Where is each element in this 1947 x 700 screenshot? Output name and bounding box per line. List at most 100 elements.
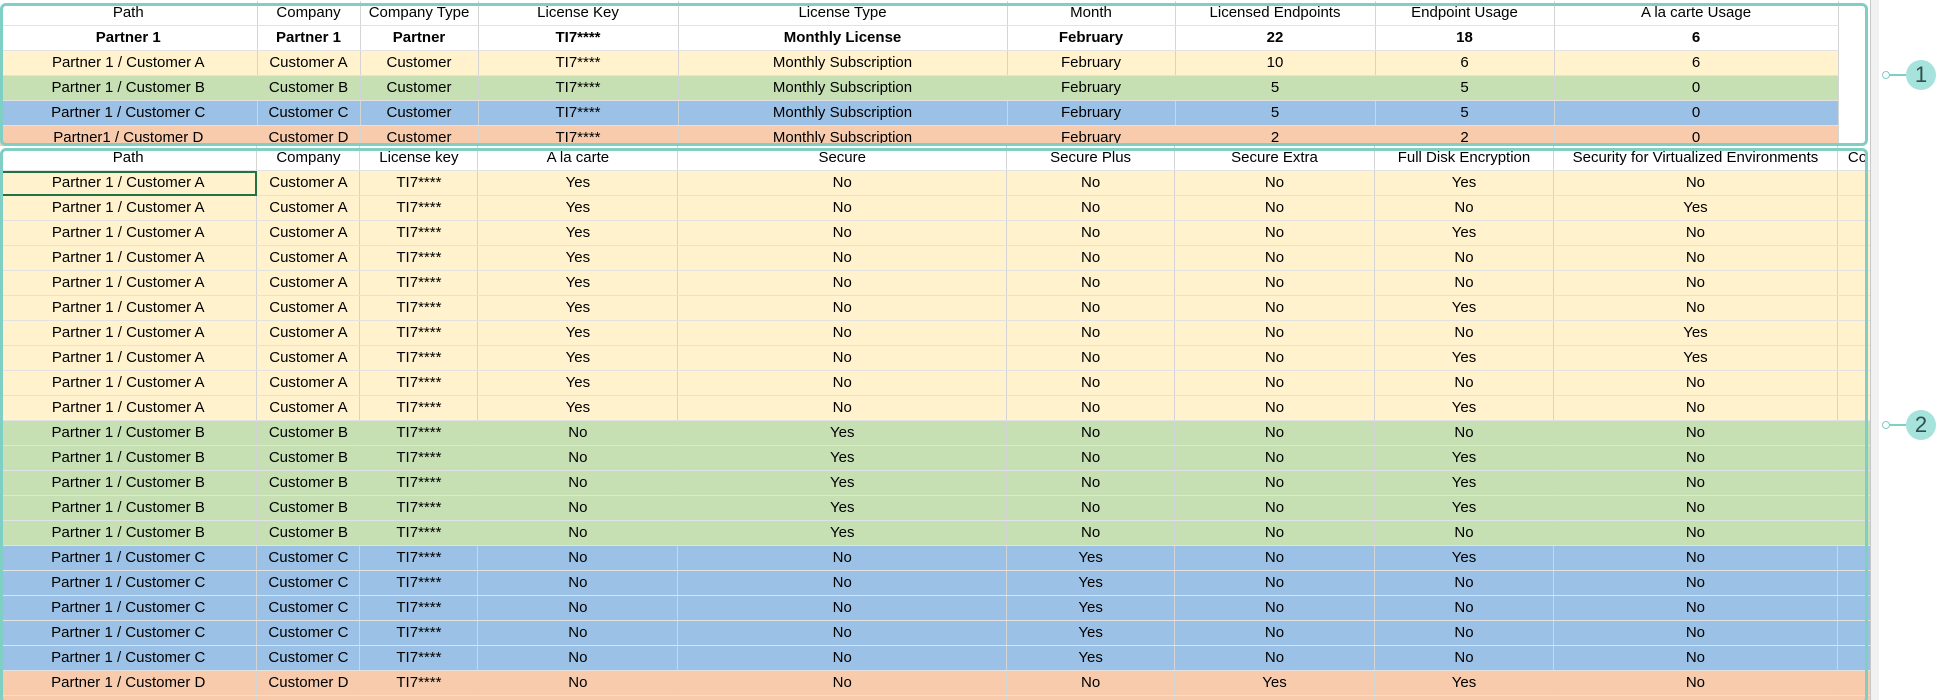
cell[interactable]: TI7**** [359, 620, 479, 646]
cell[interactable]: Partner 1 / Customer B [0, 470, 258, 496]
cell[interactable]: No [677, 295, 1008, 321]
cell[interactable]: No [1553, 370, 1838, 396]
cell[interactable]: No [1553, 445, 1838, 471]
cell[interactable]: No [1553, 495, 1838, 521]
cell[interactable]: No [1553, 670, 1838, 696]
cell[interactable]: Customer B [256, 420, 361, 446]
cell[interactable]: Partner 1 / Customer A [0, 195, 258, 221]
cell[interactable]: Customer C [256, 570, 361, 596]
cell[interactable]: No [1006, 395, 1176, 421]
cell[interactable]: No [677, 595, 1008, 621]
cell[interactable]: Monthly Subscription [678, 75, 1008, 101]
cell[interactable]: Partner 1 [257, 25, 361, 51]
cell[interactable]: 6 [1554, 50, 1839, 76]
cell[interactable]: TI7**** [359, 570, 479, 596]
cell[interactable]: No [1174, 520, 1375, 546]
cell[interactable]: TI7**** [359, 495, 479, 521]
cell[interactable]: Customer A [256, 270, 361, 296]
cell[interactable]: No [1006, 195, 1176, 221]
cell[interactable]: No [1174, 495, 1375, 521]
cell[interactable]: No [1006, 220, 1176, 246]
cell[interactable]: No [477, 495, 679, 521]
cell[interactable]: No [1553, 695, 1838, 700]
cell[interactable]: Yes [677, 470, 1008, 496]
cell[interactable]: Yes [1374, 170, 1554, 196]
cell[interactable]: No [477, 420, 679, 446]
cell[interactable]: No [677, 620, 1008, 646]
cell[interactable]: No [1553, 295, 1838, 321]
cell[interactable]: Partner 1 [0, 25, 258, 51]
cell[interactable]: No [1374, 620, 1554, 646]
cell[interactable]: Customer C [256, 545, 361, 571]
cell[interactable]: No [1174, 345, 1375, 371]
cell[interactable]: Yes [1374, 295, 1554, 321]
cell[interactable]: Yes [477, 295, 679, 321]
cell[interactable]: Yes [1374, 445, 1554, 471]
cell[interactable]: Partner [360, 25, 479, 51]
cell[interactable]: No [677, 545, 1008, 571]
cell[interactable]: No [1374, 645, 1554, 671]
cell[interactable]: No [677, 270, 1008, 296]
column-header[interactable]: A la carte Usage [1554, 1, 1839, 26]
cell[interactable]: No [477, 645, 679, 671]
cell[interactable]: No [1006, 495, 1176, 521]
cell[interactable]: No [1553, 220, 1838, 246]
cell[interactable]: Yes [1374, 670, 1554, 696]
cell[interactable]: No [477, 545, 679, 571]
cell[interactable]: TI7**** [359, 470, 479, 496]
cell[interactable]: Yes [477, 345, 679, 371]
cell[interactable]: Partner 1 / Customer B [0, 520, 258, 546]
cell[interactable]: TI7**** [359, 545, 479, 571]
cell[interactable]: Monthly Subscription [678, 100, 1008, 126]
cell[interactable]: Yes [677, 445, 1008, 471]
cell[interactable]: No [1006, 695, 1176, 700]
cell[interactable]: TI7**** [359, 395, 479, 421]
cell[interactable]: 22 [1175, 25, 1376, 51]
cell[interactable]: Partner 1 / Customer B [0, 420, 258, 446]
cell[interactable]: TI7**** [478, 50, 679, 76]
cell[interactable]: No [1374, 595, 1554, 621]
cell[interactable]: No [1374, 370, 1554, 396]
cell[interactable]: Yes [1174, 695, 1375, 700]
column-header[interactable]: Company Type [360, 1, 479, 26]
cell[interactable]: No [1174, 270, 1375, 296]
cell[interactable]: No [677, 345, 1008, 371]
cell[interactable]: Customer [360, 50, 479, 76]
cell[interactable]: Yes [677, 520, 1008, 546]
cell[interactable]: Customer A [256, 345, 361, 371]
cell[interactable]: February [1007, 75, 1176, 101]
cell[interactable]: No [1553, 245, 1838, 271]
cell[interactable]: No [1374, 420, 1554, 446]
cell[interactable]: February [1007, 100, 1176, 126]
cell[interactable]: No [1174, 420, 1375, 446]
cell[interactable]: Partner 1 / Customer D [0, 670, 258, 696]
cell[interactable]: TI7**** [359, 595, 479, 621]
cell[interactable]: No [677, 645, 1008, 671]
cell[interactable]: Yes [477, 320, 679, 346]
cell[interactable]: Customer A [256, 195, 361, 221]
column-header[interactable]: Secure Extra [1174, 146, 1375, 171]
cell[interactable]: No [677, 220, 1008, 246]
cell[interactable]: No [1006, 170, 1176, 196]
column-header[interactable]: Month [1007, 1, 1176, 26]
cell[interactable]: No [1553, 545, 1838, 571]
cell[interactable]: TI7**** [359, 195, 479, 221]
cell[interactable]: No [1374, 270, 1554, 296]
cell[interactable]: Yes [1374, 345, 1554, 371]
cell[interactable]: Partner 1 / Customer A [0, 245, 258, 271]
cell[interactable]: Customer B [256, 470, 361, 496]
cell[interactable]: Customer A [257, 50, 361, 76]
column-header[interactable]: Security for Virtualized Environments [1553, 146, 1838, 171]
cell[interactable]: Yes [477, 395, 679, 421]
cell[interactable]: TI7**** [478, 100, 679, 126]
cell[interactable]: Yes [1553, 345, 1838, 371]
column-header[interactable]: Endpoint Usage [1375, 1, 1555, 26]
cell[interactable]: Partner 1 / Customer A [0, 395, 258, 421]
cell[interactable]: Customer A [256, 295, 361, 321]
cell[interactable]: Yes [1374, 220, 1554, 246]
column-header[interactable]: Path [0, 146, 258, 171]
cell[interactable]: No [677, 245, 1008, 271]
cell[interactable]: Partner 1 / Customer D [0, 695, 258, 700]
column-header[interactable]: Full Disk Encryption [1374, 146, 1554, 171]
cell[interactable]: Yes [477, 370, 679, 396]
